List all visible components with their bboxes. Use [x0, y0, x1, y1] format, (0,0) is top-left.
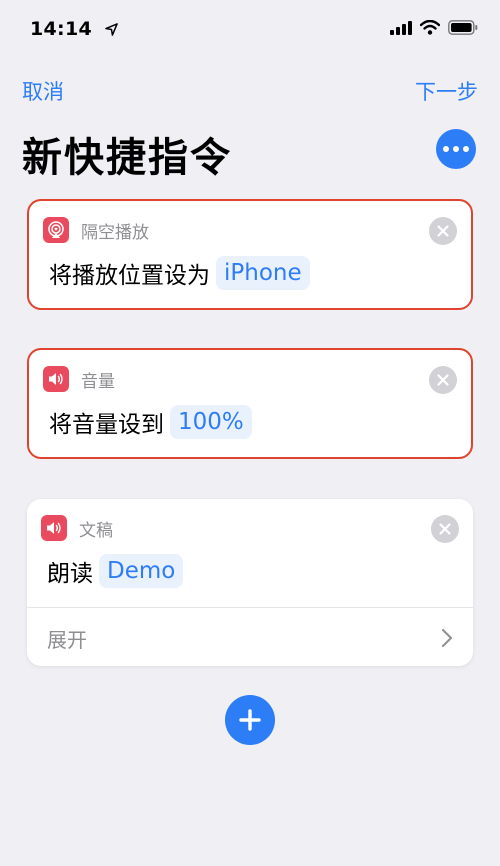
next-button[interactable]: 下一步: [415, 76, 478, 106]
more-dot-icon: [453, 146, 459, 152]
status-time: 14:14: [30, 18, 118, 40]
cellular-signal-icon: [390, 20, 412, 35]
action-card-speak-text[interactable]: 文稿 朗读 Demo 展开: [27, 499, 473, 666]
card-action-text: 将播放位置设为: [49, 263, 210, 289]
location-arrow-icon: [105, 23, 118, 36]
expand-label: 展开: [47, 628, 87, 652]
status-time-text: 14:14: [30, 18, 92, 40]
card-header: 文稿: [41, 515, 113, 541]
card-header: 音量: [43, 366, 115, 392]
wifi-icon: [420, 20, 440, 35]
status-bar: 14:14: [0, 0, 500, 60]
more-options-button[interactable]: [436, 129, 476, 169]
more-dot-icon: [463, 146, 469, 152]
close-icon: [439, 523, 451, 535]
speaker-icon: [41, 515, 67, 541]
parameter-token[interactable]: iPhone: [216, 256, 310, 290]
action-card-airplay[interactable]: 隔空播放 将播放位置设为 iPhone: [27, 199, 473, 310]
status-indicators: [390, 20, 478, 35]
speaker-icon: [43, 366, 69, 392]
card-app-name: 音量: [81, 371, 115, 392]
remove-action-button[interactable]: [429, 366, 457, 394]
add-action-button[interactable]: [225, 695, 275, 745]
close-icon: [437, 225, 449, 237]
card-body: 将播放位置设为 iPhone: [49, 256, 310, 290]
expand-row[interactable]: 展开: [27, 608, 473, 666]
card-action-text: 将音量设到: [49, 412, 164, 438]
card-body: 将音量设到 100%: [49, 405, 252, 439]
navigation-bar: 取消 下一步: [0, 72, 500, 108]
close-icon: [437, 374, 449, 386]
card-app-name: 文稿: [79, 520, 113, 541]
card-action-text: 朗读: [47, 561, 93, 587]
battery-icon: [448, 20, 478, 35]
action-card-volume[interactable]: 音量 将音量设到 100%: [27, 348, 473, 459]
page-title: 新快捷指令: [22, 135, 232, 181]
parameter-token[interactable]: 100%: [170, 405, 252, 439]
card-body: 朗读 Demo: [47, 554, 184, 588]
card-header: 隔空播放: [43, 217, 149, 243]
chevron-right-icon: [442, 629, 452, 647]
remove-action-button[interactable]: [429, 217, 457, 245]
plus-icon: [239, 709, 261, 731]
card-app-name: 隔空播放: [81, 222, 149, 243]
airplay-icon: [43, 217, 69, 243]
parameter-token[interactable]: Demo: [99, 554, 184, 588]
remove-action-button[interactable]: [431, 515, 459, 543]
cancel-button[interactable]: 取消: [22, 76, 64, 106]
more-dot-icon: [443, 146, 449, 152]
